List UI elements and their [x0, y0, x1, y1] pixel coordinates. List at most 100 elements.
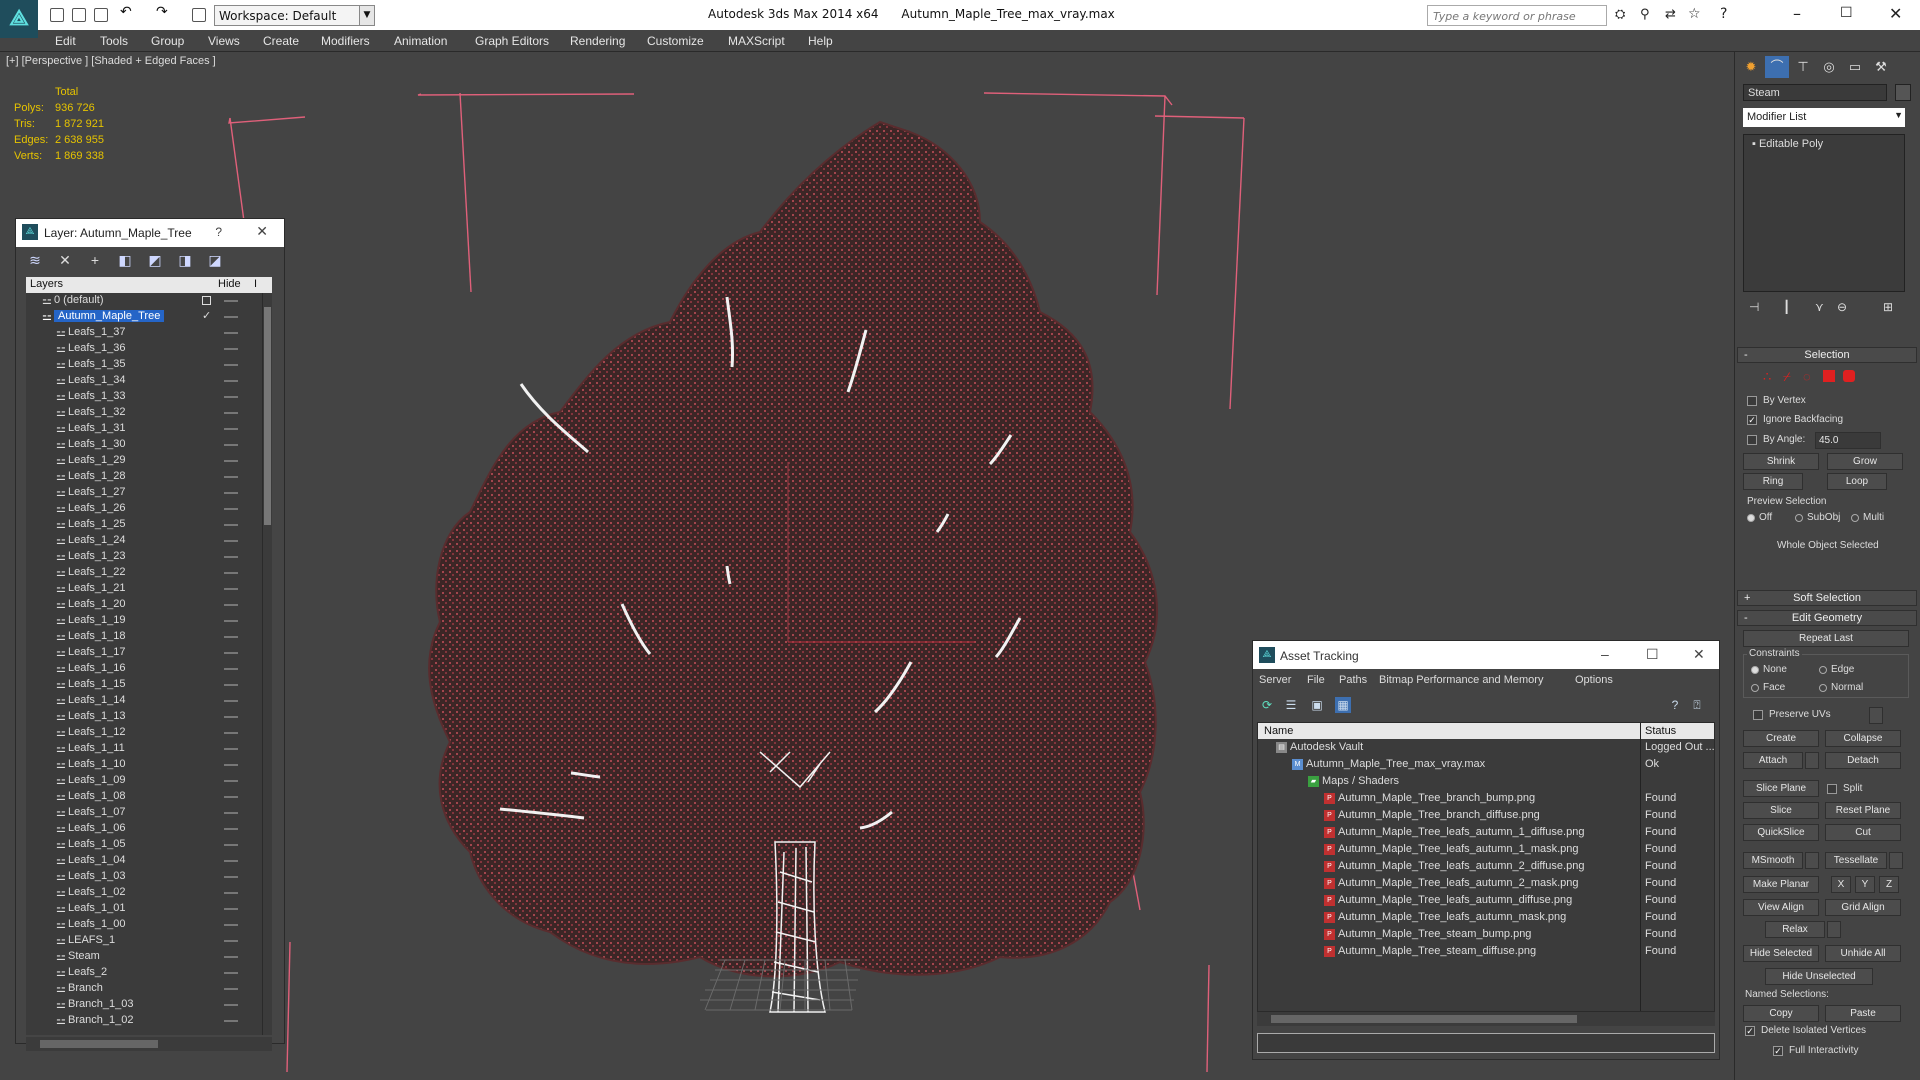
app-logo[interactable]: ⟁ [0, 0, 38, 38]
list-view-icon[interactable]: ☰ [1283, 697, 1299, 713]
scroll-thumb[interactable] [1271, 1015, 1577, 1023]
create-layer-icon[interactable]: + [86, 251, 104, 269]
asset-row[interactable]: P Autumn_Maple_Tree_branch_diffuse.png Fou… [1258, 807, 1714, 824]
modifier-stack[interactable]: ▪ Editable Poly [1743, 134, 1905, 292]
object-color-swatch[interactable] [1895, 84, 1911, 101]
menu-help[interactable]: Help [808, 34, 833, 48]
attach-list-button[interactable] [1805, 752, 1819, 769]
copy-button[interactable]: Copy [1743, 1005, 1819, 1022]
layer-row[interactable]: ⚍ Leafs_1_37 [26, 325, 262, 341]
create-tab-icon[interactable]: ✹ [1739, 56, 1763, 78]
table-view-icon[interactable]: ▦ [1335, 697, 1351, 713]
col-freeze[interactable]: I [254, 278, 257, 290]
hide-toggle[interactable] [224, 492, 238, 494]
menu-customize[interactable]: Customize [647, 34, 704, 48]
asset-row[interactable]: P Autumn_Maple_Tree_leafs_autumn_2_mask.p… [1258, 875, 1714, 892]
current-layer-box-icon[interactable] [202, 296, 211, 305]
layer-row[interactable]: ⚍ Leafs_1_00 [26, 917, 262, 933]
layer-row[interactable]: ⚍ LEAFS_1 [26, 933, 262, 949]
layer-row[interactable]: ⚍ Leafs_1_28 [26, 469, 262, 485]
redo-icon[interactable]: ↷ [156, 4, 170, 20]
hide-toggle[interactable] [224, 1020, 238, 1022]
layer-row[interactable]: ⚍ Leafs_1_08 [26, 789, 262, 805]
paste-button[interactable]: Paste [1825, 1005, 1901, 1022]
edge-mode-icon[interactable]: ⌿ [1783, 369, 1791, 385]
layers-icon[interactable]: ≋ [26, 251, 44, 269]
msmooth-button[interactable]: MSmooth [1743, 852, 1803, 869]
hide-toggle[interactable] [224, 732, 238, 734]
hide-toggle[interactable] [224, 572, 238, 574]
repeat-last-button[interactable]: Repeat Last [1743, 630, 1909, 647]
planar-x-button[interactable]: X [1831, 876, 1851, 893]
asset-row[interactable]: ▤ Autodesk Vault Logged Out ... [1258, 739, 1714, 756]
layer-row[interactable]: ⚍ Branch_1_02 [26, 1013, 262, 1029]
display-tab-icon[interactable]: ▭ [1843, 56, 1867, 78]
soft-selection-rollout[interactable]: + Soft Selection [1737, 590, 1917, 606]
layer-row[interactable]: ⚍ Leafs_1_22 [26, 565, 262, 581]
layer-row[interactable]: ⚍ Leafs_1_04 [26, 853, 262, 869]
hide-toggle[interactable] [224, 332, 238, 334]
chevron-down-icon[interactable]: ▼ [359, 5, 375, 26]
refresh-icon[interactable]: ⟳ [1259, 697, 1275, 713]
layer-row[interactable]: ⚍ Leafs_1_31 [26, 421, 262, 437]
select-objects-icon[interactable]: ◩ [146, 251, 164, 269]
hide-toggle[interactable] [224, 700, 238, 702]
msmooth-settings-button[interactable] [1805, 852, 1819, 869]
menu-animation[interactable]: Animation [394, 34, 447, 48]
menu-bitmap-performance[interactable]: Bitmap Performance and Memory [1379, 674, 1543, 686]
hide-toggle[interactable] [224, 956, 238, 958]
selection-rollout[interactable]: - Selection [1737, 347, 1917, 363]
hide-toggle[interactable] [224, 412, 238, 414]
close-icon[interactable]: ✕ [1889, 4, 1902, 23]
vertex-mode-icon[interactable]: ∴ [1763, 369, 1771, 385]
remove-modifier-icon[interactable]: ⊖ [1837, 300, 1847, 314]
hide-toggle[interactable] [224, 988, 238, 990]
asset-table[interactable]: Name Status ▤ Autodesk Vault Logged Out ..… [1257, 722, 1715, 1012]
menu-rendering[interactable]: Rendering [570, 34, 625, 48]
constraint-none-radio[interactable] [1751, 666, 1759, 674]
hide-toggle[interactable] [224, 812, 238, 814]
tessellate-button[interactable]: Tessellate [1825, 852, 1887, 869]
minimize-icon[interactable]: – [1793, 4, 1801, 23]
hide-toggle[interactable] [224, 476, 238, 478]
layer-row[interactable]: ⚍ Leafs_1_19 [26, 613, 262, 629]
layer-row[interactable]: ⚍ Leafs_1_06 [26, 821, 262, 837]
scroll-thumb[interactable] [264, 307, 271, 525]
layer-row[interactable]: ⚍ Leafs_1_29 [26, 453, 262, 469]
layer-row[interactable]: ⚍ Leafs_1_27 [26, 485, 262, 501]
layer-row[interactable]: ⚍ Leafs_1_18 [26, 629, 262, 645]
layer-row[interactable]: ⚍ Leafs_1_26 [26, 501, 262, 517]
menu-graph-editors[interactable]: Graph Editors [475, 34, 549, 48]
layer-row[interactable]: ⚍ Leafs_1_34 [26, 373, 262, 389]
hide-toggle[interactable] [224, 620, 238, 622]
hide-toggle[interactable] [224, 828, 238, 830]
asset-row[interactable]: ▰ Maps / Shaders [1258, 773, 1714, 790]
layer-row[interactable]: ⚍ Leafs_1_13 [26, 709, 262, 725]
open-file-icon[interactable] [72, 8, 86, 22]
edit-geometry-rollout[interactable]: - Edit Geometry [1737, 610, 1917, 626]
layer-row[interactable]: ⚍ Leafs_1_09 [26, 773, 262, 789]
hide-toggle[interactable] [224, 508, 238, 510]
hide-toggle[interactable] [224, 364, 238, 366]
menu-maxscript[interactable]: MAXScript [728, 34, 785, 48]
menu-modifiers[interactable]: Modifiers [321, 34, 370, 48]
asset-horizontal-scrollbar[interactable] [1257, 1012, 1715, 1026]
asset-row[interactable]: P Autumn_Maple_Tree_leafs_autumn_diffuse.… [1258, 892, 1714, 909]
layer-row[interactable]: ⚍ Leafs_1_15 [26, 677, 262, 693]
hide-unhide-all-icon[interactable]: ◪ [206, 251, 224, 269]
loop-button[interactable]: Loop [1827, 473, 1887, 490]
relax-button[interactable]: Relax [1765, 921, 1825, 938]
layer-panel-titlebar[interactable]: ⟁ Layer: Autumn_Maple_Tree ? ✕ [16, 219, 284, 247]
constraint-face-radio[interactable] [1751, 684, 1759, 692]
by-vertex-checkbox[interactable] [1747, 396, 1757, 406]
shrink-button[interactable]: Shrink [1743, 453, 1819, 470]
hide-toggle[interactable] [224, 444, 238, 446]
ignore-backfacing-checkbox[interactable]: ✓ [1747, 415, 1757, 425]
split-checkbox[interactable] [1827, 784, 1837, 794]
asset-row[interactable]: P Autumn_Maple_Tree_leafs_autumn_mask.png… [1258, 909, 1714, 926]
motion-tab-icon[interactable]: ◎ [1817, 56, 1841, 78]
view-align-button[interactable]: View Align [1743, 899, 1819, 916]
unhide-all-button[interactable]: Unhide All [1825, 945, 1901, 962]
thumbnail-view-icon[interactable]: ▣ [1309, 697, 1325, 713]
hide-toggle[interactable] [224, 764, 238, 766]
